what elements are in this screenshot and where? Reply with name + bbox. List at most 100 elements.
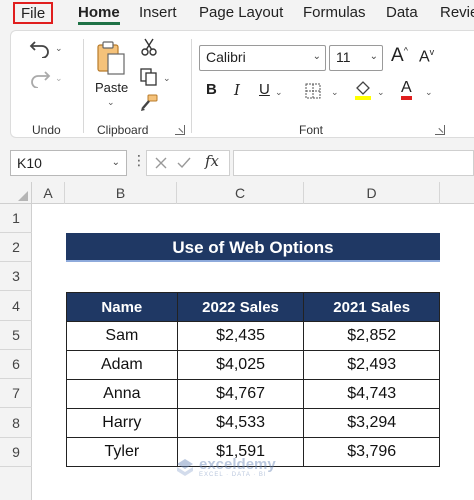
- table-row: Adam $4,025 $2,493: [66, 350, 440, 380]
- column-header-d[interactable]: D: [304, 182, 440, 204]
- font-color-icon[interactable]: A: [401, 79, 412, 100]
- cell-2021-sales[interactable]: $3,796: [303, 437, 440, 467]
- font-color-dropdown-icon[interactable]: ⌄: [425, 87, 433, 98]
- tab-data[interactable]: Data: [386, 4, 418, 21]
- row-header-8[interactable]: 8: [0, 409, 32, 438]
- grow-font-button[interactable]: A^: [391, 45, 408, 67]
- sales-table: Name 2022 Sales 2021 Sales Sam $2,435 $2…: [66, 292, 440, 467]
- tab-insert[interactable]: Insert: [139, 4, 177, 21]
- tab-formulas[interactable]: Formulas: [303, 4, 366, 21]
- tab-review[interactable]: Revie: [440, 4, 474, 21]
- font-name-value: Calibri: [206, 49, 246, 65]
- font-name-select[interactable]: Calibri ⌄: [199, 45, 326, 71]
- confirm-icon[interactable]: [177, 157, 191, 169]
- fill-color-dropdown-icon[interactable]: ⌄: [377, 87, 385, 98]
- cell-2021-sales[interactable]: $2,493: [303, 350, 440, 380]
- ribbon-tabs: File Home Insert Page Layout Formulas Da…: [0, 0, 474, 28]
- clipboard-group-label: Clipboard: [97, 123, 149, 137]
- name-box[interactable]: K10 ⌄: [10, 150, 127, 176]
- cancel-icon[interactable]: [155, 157, 167, 169]
- cell-2022-sales[interactable]: $2,435: [176, 321, 305, 351]
- font-launcher-icon[interactable]: [435, 125, 445, 135]
- tab-page-layout[interactable]: Page Layout: [199, 4, 283, 21]
- paste-button[interactable]: Paste: [95, 80, 128, 95]
- underline-button[interactable]: U: [259, 81, 270, 98]
- table-header-row: Name 2022 Sales 2021 Sales: [66, 292, 440, 322]
- copy-icon[interactable]: [139, 67, 159, 87]
- cell-name[interactable]: Anna: [66, 379, 178, 409]
- cell-2021-sales[interactable]: $2,852: [303, 321, 440, 351]
- chevron-down-icon: ⌄: [369, 51, 378, 62]
- cell-2022-sales[interactable]: $4,767: [176, 379, 305, 409]
- more-icon[interactable]: ⋮: [132, 152, 146, 169]
- cut-icon[interactable]: [139, 37, 159, 57]
- table-row: Harry $4,533 $3,294: [66, 408, 440, 438]
- column-header-b[interactable]: B: [65, 182, 177, 204]
- exceldemy-logo-icon: [177, 459, 193, 476]
- select-all-button[interactable]: [0, 182, 32, 204]
- cell-name[interactable]: Harry: [66, 408, 178, 438]
- row-header-6[interactable]: 6: [0, 350, 32, 379]
- formula-input[interactable]: [233, 150, 474, 176]
- shrink-font-button[interactable]: Av: [419, 47, 434, 66]
- font-group-label: Font: [299, 123, 324, 137]
- copy-dropdown-icon[interactable]: ⌄: [163, 73, 171, 84]
- name-box-value: K10: [17, 155, 42, 171]
- cell-2021-sales[interactable]: $4,743: [303, 379, 440, 409]
- table-row: Sam $2,435 $2,852: [66, 321, 440, 351]
- chevron-down-icon: ⌄: [111, 157, 120, 168]
- row-header-5[interactable]: 5: [0, 321, 32, 350]
- borders-dropdown-icon[interactable]: ⌄: [331, 87, 339, 98]
- header-name[interactable]: Name: [66, 292, 178, 322]
- group-separator: [191, 39, 192, 133]
- chevron-down-icon: ⌄: [312, 51, 321, 62]
- italic-button[interactable]: I: [234, 81, 240, 99]
- column-headers: A B C D: [0, 182, 474, 204]
- row-header-1[interactable]: 1: [0, 204, 32, 233]
- redo-icon[interactable]: [27, 65, 53, 91]
- redo-dropdown-icon[interactable]: ⌄: [55, 73, 63, 84]
- tab-home[interactable]: Home: [78, 4, 120, 25]
- paste-icon[interactable]: [94, 39, 128, 77]
- cell-2022-sales[interactable]: $4,025: [176, 350, 305, 380]
- formula-bar: K10 ⌄ ⋮ fx: [0, 142, 474, 182]
- insert-function-button[interactable]: fx: [205, 152, 219, 170]
- ribbon: ⌄ ⌄ Undo Paste ⌄ ⌄ Clipboard Calibri ⌄ 1…: [0, 28, 474, 142]
- column-header-a[interactable]: A: [32, 182, 65, 204]
- sheet-title[interactable]: Use of Web Options: [66, 233, 440, 262]
- watermark-brand: exceldemy: [199, 456, 276, 473]
- row-headers: 1 2 3 4 5 6 7 8 9: [0, 204, 32, 500]
- cell-2022-sales[interactable]: $4,533: [176, 408, 305, 438]
- font-size-value: 11: [336, 49, 351, 65]
- group-separator: [83, 39, 84, 133]
- row-header-7[interactable]: 7: [0, 379, 32, 408]
- paste-dropdown-icon[interactable]: ⌄: [107, 97, 115, 108]
- header-2021-sales[interactable]: 2021 Sales: [303, 292, 440, 322]
- exceldemy-watermark: exceldemy EXCEL · DATA · BI: [175, 456, 276, 478]
- tab-file[interactable]: File: [13, 2, 54, 24]
- cell-name[interactable]: Tyler: [66, 437, 178, 467]
- ribbon-panel: ⌄ ⌄ Undo Paste ⌄ ⌄ Clipboard Calibri ⌄ 1…: [10, 30, 474, 138]
- row-header-3[interactable]: 3: [0, 262, 32, 291]
- cell-name[interactable]: Adam: [66, 350, 178, 380]
- bold-button[interactable]: B: [206, 81, 217, 98]
- clipboard-launcher-icon[interactable]: [175, 125, 185, 135]
- watermark-tagline: EXCEL · DATA · BI: [199, 472, 267, 478]
- column-header-c[interactable]: C: [177, 182, 304, 204]
- row-header-4[interactable]: 4: [0, 292, 32, 321]
- undo-icon[interactable]: [27, 35, 53, 61]
- header-2022-sales[interactable]: 2022 Sales: [176, 292, 305, 322]
- row-header-2[interactable]: 2: [0, 233, 32, 262]
- undo-dropdown-icon[interactable]: ⌄: [55, 43, 63, 54]
- cell-name[interactable]: Sam: [66, 321, 178, 351]
- fill-color-icon[interactable]: [353, 79, 373, 101]
- undo-group-label: Undo: [32, 123, 61, 137]
- cell-2021-sales[interactable]: $3,294: [303, 408, 440, 438]
- row-header-9[interactable]: 9: [0, 438, 32, 467]
- grow-font-icon: A: [391, 45, 404, 66]
- shrink-font-icon: A: [419, 48, 430, 66]
- font-size-select[interactable]: 11 ⌄: [329, 45, 383, 71]
- underline-dropdown-icon[interactable]: ⌄: [275, 87, 283, 98]
- borders-icon[interactable]: [303, 81, 323, 101]
- format-painter-icon[interactable]: [139, 93, 159, 113]
